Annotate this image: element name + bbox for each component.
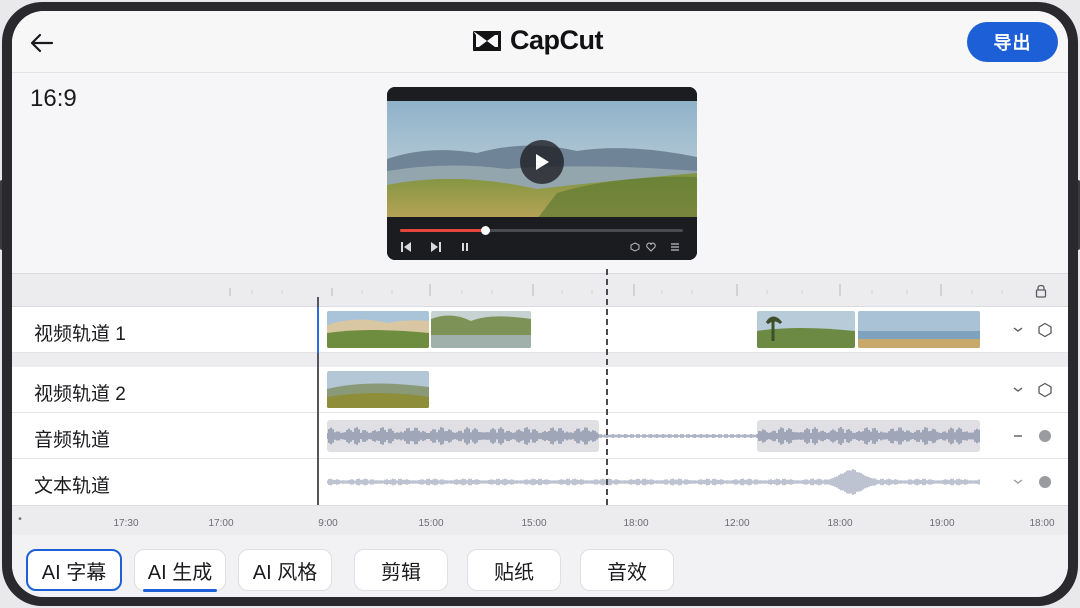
timeline-lock-button[interactable]	[1032, 282, 1050, 300]
time-label: 18:00	[623, 518, 649, 529]
time-label: 18:00	[1029, 518, 1055, 529]
record-dot-icon	[1039, 476, 1051, 488]
export-button[interactable]: 导出	[967, 22, 1058, 62]
tool-indicator	[143, 589, 217, 592]
aspect-ratio-label[interactable]: 16:9	[30, 85, 77, 113]
time-label: 17:00	[208, 518, 234, 529]
timeline-ruler[interactable]	[12, 273, 1068, 307]
text-track-waveform	[327, 469, 980, 495]
time-label: 19:00	[929, 518, 955, 529]
capcut-logo-icon	[473, 30, 501, 51]
time-label: 17:30	[113, 518, 139, 529]
time-label: 15:00	[521, 518, 547, 529]
tool-label: 音效	[607, 561, 647, 584]
hexagon-icon	[630, 242, 640, 252]
playback-progress-bar[interactable]	[400, 226, 683, 235]
pause-button[interactable]	[458, 239, 472, 255]
track-label: 视频轨道 1	[34, 324, 126, 345]
skip-back-icon	[401, 242, 411, 252]
tool-ai-generate[interactable]: AI 生成	[134, 549, 226, 592]
app-logo: CapCut	[470, 25, 604, 56]
track-video-1[interactable]: 视频轨道 1	[12, 307, 1068, 353]
tool-label: 贴纸	[494, 561, 534, 584]
menu-button[interactable]	[669, 239, 681, 255]
heart-icon	[646, 242, 656, 252]
skip-forward-icon	[431, 242, 441, 252]
chevron-icon	[1014, 435, 1022, 437]
track-record-button[interactable]	[1036, 473, 1054, 491]
player-controls	[387, 217, 697, 260]
chevron-icon	[1013, 327, 1023, 332]
track-collapse-button[interactable]	[1009, 381, 1027, 399]
hexagon-icon	[1038, 322, 1052, 338]
pause-icon	[462, 243, 468, 251]
time-label: 18:00	[827, 518, 853, 529]
lock-icon	[1035, 284, 1047, 298]
track-label: 视频轨道 2	[34, 384, 126, 405]
tool-sound-effect[interactable]: 音效	[580, 549, 674, 591]
track-collapse-button[interactable]	[1009, 321, 1027, 339]
favorite-button[interactable]	[645, 239, 657, 255]
app-screen: CapCut 导出 16:9 视频轨道 1 视频轨道 2 音频轨道 文本轨道 •…	[12, 11, 1068, 597]
video-clip[interactable]	[327, 311, 429, 348]
player-top-bar	[387, 87, 697, 101]
track-collapse-button[interactable]	[1009, 427, 1027, 445]
selected-track-marker	[317, 307, 319, 353]
tool-label: AI 风格	[252, 561, 318, 584]
time-label: 9:00	[318, 518, 338, 529]
tool-label: 剪辑	[381, 561, 421, 584]
track-audio[interactable]: 音频轨道	[12, 413, 1068, 459]
tool-label: AI 字幕	[41, 561, 107, 584]
ruler-dot: •	[18, 514, 22, 525]
video-preview-player[interactable]	[387, 87, 697, 260]
track-separator	[12, 353, 1068, 367]
playhead[interactable]	[606, 269, 608, 535]
chevron-icon	[1013, 387, 1023, 392]
settings-button[interactable]	[629, 239, 641, 255]
top-bar: CapCut 导出	[12, 11, 1068, 73]
time-ruler[interactable]: • 17:30 17:00 9:00 15:00 15:00 18:00 12:…	[12, 505, 1068, 535]
video-clip[interactable]	[858, 311, 980, 348]
track-option-button[interactable]	[1036, 321, 1054, 339]
arrow-left-icon	[30, 33, 54, 53]
device-frame: CapCut 导出 16:9 视频轨道 1 视频轨道 2 音频轨道 文本轨道 •…	[2, 2, 1078, 606]
skip-forward-button[interactable]	[429, 239, 443, 255]
track-video-2[interactable]: 视频轨道 2	[12, 367, 1068, 413]
skip-back-button[interactable]	[399, 239, 413, 255]
tool-edit[interactable]: 剪辑	[354, 549, 448, 591]
chevron-icon	[1013, 479, 1023, 484]
tool-label: AI 生成	[147, 561, 213, 584]
track-label: 音频轨道	[34, 430, 111, 451]
record-dot-icon	[1039, 430, 1051, 442]
video-clip[interactable]	[757, 311, 855, 348]
audio-waveform	[327, 427, 980, 445]
ruler-ticks	[229, 284, 1003, 296]
playback-progress-fill	[400, 229, 485, 232]
video-clip[interactable]	[431, 311, 531, 348]
tool-ai-subtitle[interactable]: AI 字幕	[26, 549, 122, 591]
app-name: CapCut	[510, 25, 604, 55]
menu-icon	[671, 243, 679, 251]
track-option-button[interactable]	[1036, 381, 1054, 399]
timeline-editor[interactable]: 视频轨道 1 视频轨道 2 音频轨道 文本轨道 • 17:30 17:00 9:…	[12, 269, 1068, 535]
play-button[interactable]	[520, 140, 564, 184]
play-icon	[536, 154, 549, 170]
playback-progress-knob[interactable]	[480, 226, 490, 235]
back-button[interactable]	[28, 29, 56, 57]
video-clip[interactable]	[327, 371, 429, 408]
track-text[interactable]: 文本轨道	[12, 459, 1068, 505]
tool-bar: AI 字幕 AI 生成 AI 风格 剪辑 贴纸 音效	[12, 535, 1068, 597]
time-label: 15:00	[418, 518, 444, 529]
tool-sticker[interactable]: 贴纸	[467, 549, 561, 591]
time-label: 12:00	[724, 518, 750, 529]
track-record-button[interactable]	[1036, 427, 1054, 445]
hexagon-icon	[1038, 382, 1052, 398]
track-label: 文本轨道	[34, 476, 111, 497]
tool-ai-style[interactable]: AI 风格	[238, 549, 332, 591]
track-collapse-button[interactable]	[1009, 473, 1027, 491]
